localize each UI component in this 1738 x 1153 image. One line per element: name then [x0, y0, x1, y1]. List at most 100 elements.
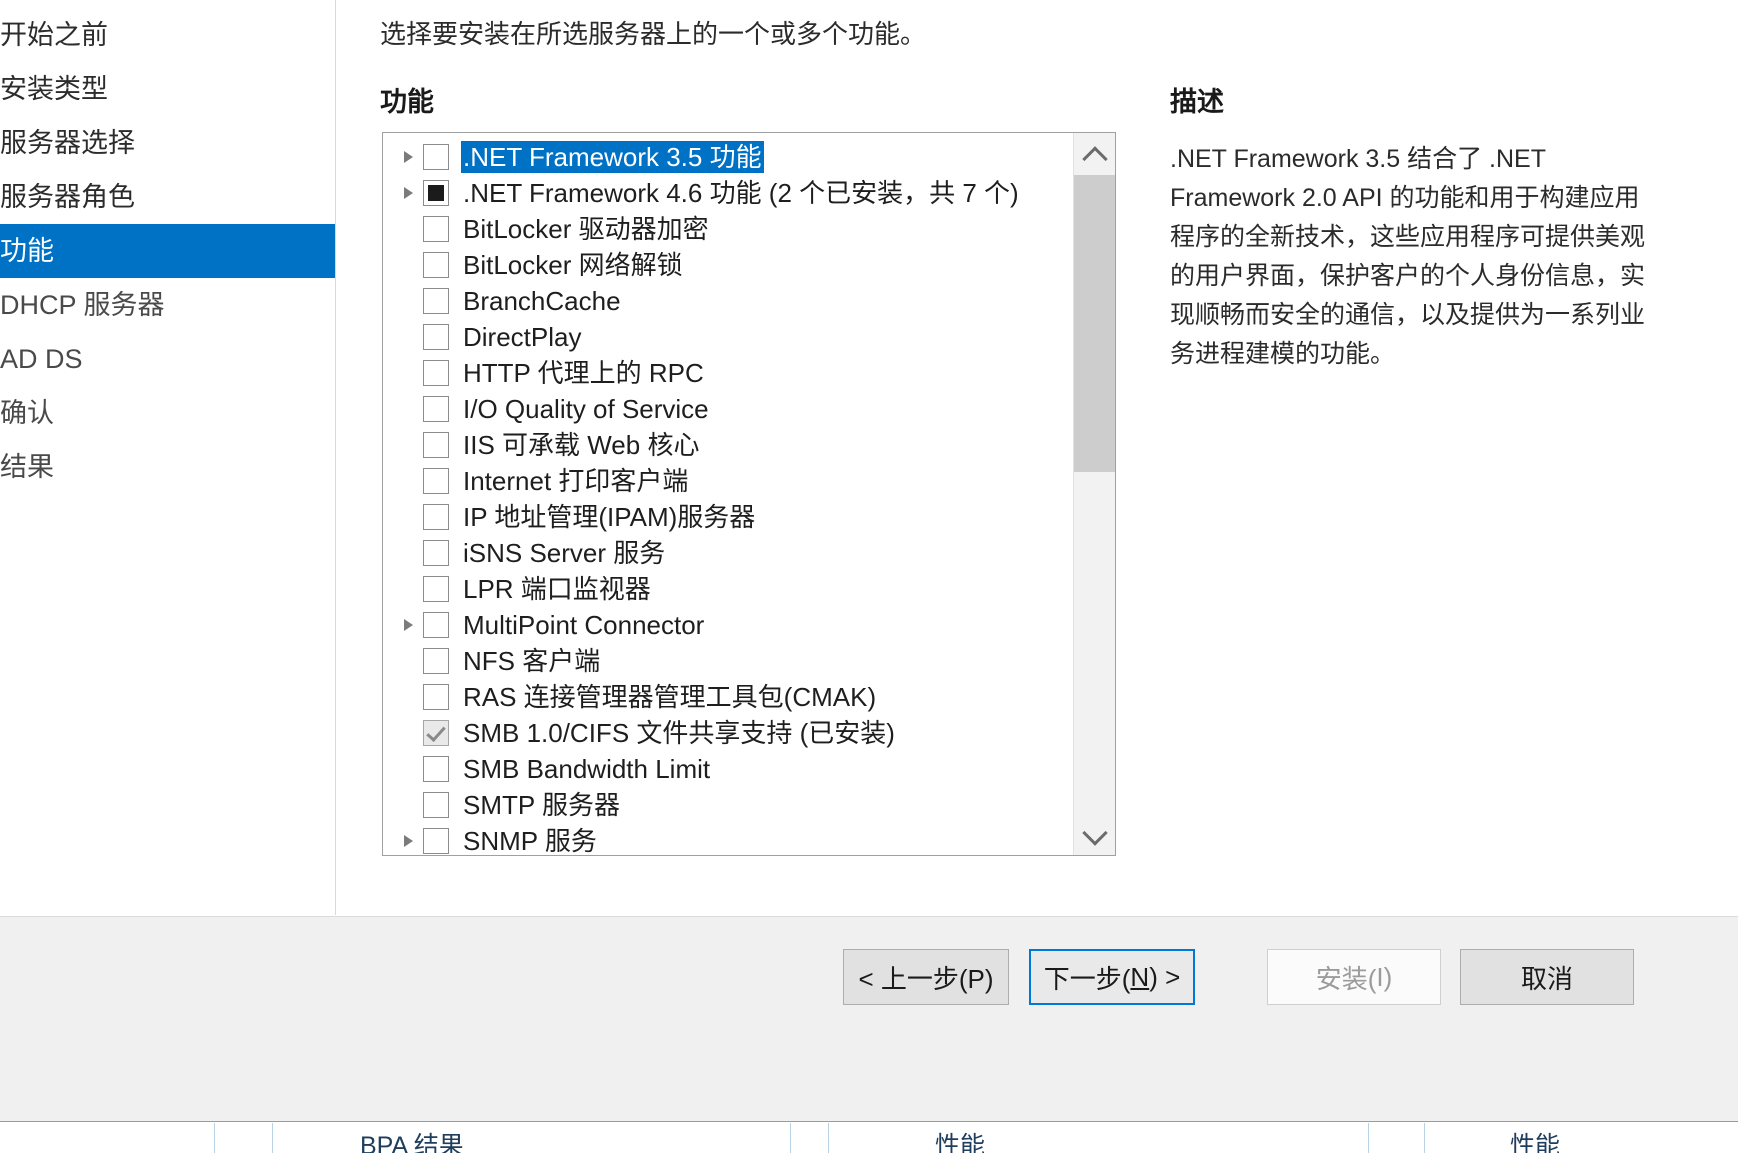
- feature-label: NFS 客户端: [463, 646, 601, 676]
- feature-checkbox[interactable]: [423, 540, 449, 566]
- nav-item-server-selection[interactable]: 服务器选择: [0, 116, 335, 170]
- feature-row[interactable]: SMTP 服务器: [383, 787, 1073, 823]
- feature-checkbox[interactable]: [423, 684, 449, 710]
- feature-row[interactable]: HTTP 代理上的 RPC: [383, 355, 1073, 391]
- expand-arrow-icon[interactable]: [397, 139, 423, 175]
- feature-checkbox[interactable]: [423, 612, 449, 638]
- nav-item-ad-ds[interactable]: AD DS: [0, 332, 335, 386]
- nav-item-confirmation[interactable]: 确认: [0, 386, 335, 440]
- tree-indent-spacer: [397, 427, 423, 463]
- feature-label: MultiPoint Connector: [463, 610, 705, 640]
- previous-button[interactable]: < 上一步(P): [843, 949, 1009, 1005]
- instruction-text: 选择要安装在所选服务器上的一个或多个功能。: [380, 19, 927, 49]
- tree-indent-spacer: [397, 679, 423, 715]
- install-button-label-head: 安装(: [1315, 963, 1377, 994]
- nav-item-dhcp-server[interactable]: DHCP 服务器: [0, 278, 335, 332]
- feature-row[interactable]: SNMP 服务: [383, 823, 1073, 856]
- tree-indent-spacer: [397, 211, 423, 247]
- feature-row[interactable]: BranchCache: [383, 283, 1073, 319]
- install-button-accesskey: I: [1376, 961, 1384, 992]
- feature-checkbox[interactable]: [423, 576, 449, 602]
- tree-indent-spacer: [397, 247, 423, 283]
- feature-row[interactable]: .NET Framework 3.5 功能: [383, 139, 1073, 175]
- features-scrollbar[interactable]: [1073, 133, 1115, 855]
- tree-indent-spacer: [397, 499, 423, 535]
- wizard-navigation-pane: 开始之前 安装类型 服务器选择 服务器角色 功能 DHCP 服务器 AD DS …: [0, 0, 336, 915]
- feature-row[interactable]: .NET Framework 4.6 功能 (2 个已安装，共 7 个): [383, 175, 1073, 211]
- feature-row[interactable]: SMB 1.0/CIFS 文件共享支持 (已安装): [383, 715, 1073, 751]
- features-section-heading: 功能: [380, 87, 434, 117]
- feature-label: Internet 打印客户端: [463, 466, 689, 496]
- feature-label: BranchCache: [463, 286, 621, 316]
- wizard-footer: < 上一步(P) 下一步(N) > 安装(I) 取消: [0, 916, 1738, 1122]
- tree-indent-spacer: [397, 535, 423, 571]
- background-server-manager-strip: BPA 结果 性能 性能: [0, 1121, 1738, 1153]
- scroll-up-icon[interactable]: [1074, 133, 1115, 175]
- feature-checkbox[interactable]: [423, 504, 449, 530]
- nav-item-server-roles[interactable]: 服务器角色: [0, 170, 335, 224]
- feature-row[interactable]: DirectPlay: [383, 319, 1073, 355]
- feature-checkbox[interactable]: [423, 324, 449, 350]
- feature-checkbox[interactable]: [423, 468, 449, 494]
- feature-label: SMB 1.0/CIFS 文件共享支持 (已安装): [463, 718, 895, 748]
- feature-checkbox[interactable]: [423, 288, 449, 314]
- feature-checkbox[interactable]: [423, 180, 449, 206]
- feature-row[interactable]: Internet 打印客户端: [383, 463, 1073, 499]
- feature-checkbox[interactable]: [423, 756, 449, 782]
- nav-item-results[interactable]: 结果: [0, 440, 335, 494]
- tree-indent-spacer: [397, 715, 423, 751]
- feature-label: I/O Quality of Service: [463, 394, 709, 424]
- nav-item-installation-type[interactable]: 安装类型: [0, 62, 335, 116]
- feature-row[interactable]: IP 地址管理(IPAM)服务器: [383, 499, 1073, 535]
- feature-checkbox[interactable]: [423, 828, 449, 854]
- nav-item-features[interactable]: 功能: [0, 224, 335, 278]
- add-roles-features-wizard: 开始之前 安装类型 服务器选择 服务器角色 功能 DHCP 服务器 AD DS …: [0, 0, 1738, 1153]
- wizard-content-pane: 选择要安装在所选服务器上的一个或多个功能。 功能 描述 .NET Framewo…: [337, 0, 1738, 915]
- feature-row[interactable]: iSNS Server 服务: [383, 535, 1073, 571]
- next-button[interactable]: 下一步(N) >: [1029, 949, 1195, 1005]
- expand-arrow-icon[interactable]: [397, 823, 423, 855]
- tree-indent-spacer: [397, 751, 423, 787]
- feature-checkbox[interactable]: [423, 360, 449, 386]
- feature-row[interactable]: SMB Bandwidth Limit: [383, 751, 1073, 787]
- feature-checkbox[interactable]: [423, 792, 449, 818]
- feature-label: IP 地址管理(IPAM)服务器: [463, 502, 756, 532]
- feature-checkbox[interactable]: [423, 144, 449, 170]
- feature-checkbox[interactable]: [423, 432, 449, 458]
- feature-label: DirectPlay: [463, 322, 582, 352]
- feature-label: iSNS Server 服务: [463, 538, 666, 568]
- expand-arrow-icon[interactable]: [397, 607, 423, 643]
- feature-row[interactable]: RAS 连接管理器管理工具包(CMAK): [383, 679, 1073, 715]
- feature-row[interactable]: I/O Quality of Service: [383, 391, 1073, 427]
- feature-row[interactable]: IIS 可承载 Web 核心: [383, 427, 1073, 463]
- background-column-performance-1: 性能: [935, 1132, 986, 1153]
- features-tree-list: .NET Framework 3.5 功能 .NET Framework 4.6 …: [383, 139, 1073, 855]
- scrollbar-thumb[interactable]: [1074, 175, 1115, 472]
- feature-checkbox[interactable]: [423, 396, 449, 422]
- description-text: .NET Framework 3.5 结合了 .NET Framework 2.…: [1170, 145, 1646, 368]
- install-button: 安装(I): [1267, 949, 1441, 1005]
- feature-row[interactable]: BitLocker 网络解锁: [383, 247, 1073, 283]
- tree-indent-spacer: [397, 643, 423, 679]
- scroll-down-icon[interactable]: [1074, 813, 1115, 855]
- feature-row[interactable]: LPR 端口监视器: [383, 571, 1073, 607]
- feature-label: IIS 可承载 Web 核心: [463, 430, 700, 460]
- expand-arrow-icon[interactable]: [397, 175, 423, 211]
- feature-row[interactable]: BitLocker 驱动器加密: [383, 211, 1073, 247]
- feature-checkbox[interactable]: [423, 648, 449, 674]
- feature-label: BitLocker 驱动器加密: [463, 214, 709, 244]
- tree-indent-spacer: [397, 571, 423, 607]
- cancel-button[interactable]: 取消: [1460, 949, 1634, 1005]
- feature-row[interactable]: MultiPoint Connector: [383, 607, 1073, 643]
- feature-checkbox[interactable]: [423, 252, 449, 278]
- tree-indent-spacer: [397, 355, 423, 391]
- nav-item-before-you-begin[interactable]: 开始之前: [0, 8, 335, 62]
- feature-label: RAS 连接管理器管理工具包(CMAK): [463, 682, 877, 712]
- features-tree-listbox[interactable]: .NET Framework 3.5 功能 .NET Framework 4.6 …: [382, 132, 1116, 856]
- feature-label: SNMP 服务: [463, 826, 597, 856]
- feature-row[interactable]: NFS 客户端: [383, 643, 1073, 679]
- background-column-performance-2: 性能: [1510, 1132, 1561, 1153]
- description-section-heading: 描述: [1170, 87, 1224, 117]
- feature-checkbox[interactable]: [423, 216, 449, 242]
- next-button-accesskey: N: [1130, 961, 1150, 992]
